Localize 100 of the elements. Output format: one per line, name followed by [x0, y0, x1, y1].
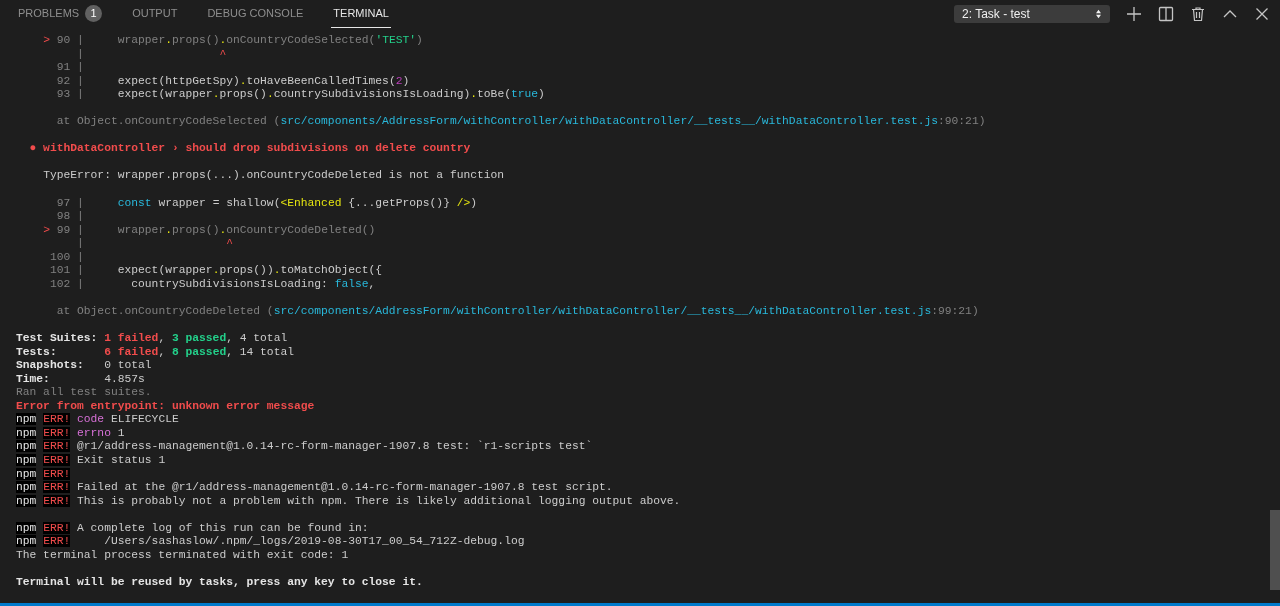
gutter-text: | — [77, 277, 84, 290]
code-text: 2 — [395, 74, 403, 87]
err-badge: ERR! — [43, 521, 71, 534]
error-marker: ^ — [226, 237, 233, 250]
terminal-text: 3 passed — [171, 332, 227, 345]
line-number: 100 — [49, 250, 71, 263]
code-text: props() — [171, 34, 220, 46]
gutter-text: | — [77, 61, 84, 74]
terminal-text: Time: — [16, 372, 50, 385]
code-text: ) — [470, 196, 478, 209]
terminal-text: :90:21) — [938, 115, 986, 128]
err-badge: ERR! — [43, 535, 71, 548]
code-text: toBe( — [477, 88, 511, 101]
npm-label: npm — [16, 453, 37, 466]
code-text: 'TEST' — [375, 34, 417, 46]
code-text: onCountryCodeSelected( — [226, 34, 376, 46]
terminal-text: Failed at the @r1/address-management@1.0.14-rc-form-manager-1907.8 test script. — [77, 481, 613, 494]
err-badge: ERR! — [43, 440, 71, 453]
code-text: <Enhanced — [280, 196, 342, 209]
code-text: toMatchObject({ — [280, 264, 383, 277]
terminal-text: 8 passed — [171, 345, 227, 358]
code-text: wrapper — [117, 223, 166, 236]
error-marker: > — [43, 34, 50, 46]
terminal-text: TypeError: wrapper.props(...).onCountryCodeDeleted is not a function — [43, 169, 505, 182]
code-text: . — [212, 88, 220, 101]
code-text: . — [266, 88, 274, 101]
err-badge: ERR! — [43, 467, 71, 480]
terminal-text: /Users/sashaslow/.npm/_logs/2019-08-30T17_00_54_712Z-debug.log — [104, 535, 525, 548]
line-number: 98 — [56, 210, 71, 223]
terminal-text: ELIFECYCLE — [110, 413, 179, 426]
terminal-text: Test Suites: — [16, 332, 98, 345]
gutter-text: | — [77, 88, 84, 101]
terminal-text: Ran all test suites. — [16, 386, 152, 399]
gutter-text: | — [77, 74, 84, 87]
terminal-text: at Object.onCountryCodeDeleted ( — [56, 304, 274, 317]
gutter-text: | — [77, 223, 84, 236]
code-text: . — [212, 264, 220, 277]
line-number: 91 — [56, 61, 71, 74]
panel-tab[interactable]: DEBUG CONSOLE — [205, 0, 306, 28]
terminal-text: Error from entrypoint: unknown error message — [16, 399, 315, 412]
close-icon[interactable] — [1254, 6, 1270, 22]
code-text: . — [165, 34, 172, 46]
code-text: {...getProps()} — [348, 196, 450, 209]
terminal-text: errno — [77, 426, 111, 439]
terminal-text: , — [158, 332, 166, 345]
gutter-text: | — [77, 237, 84, 250]
line-number: 102 — [49, 277, 71, 290]
panel-tab[interactable]: PROBLEMS 1 — [16, 0, 105, 28]
npm-label: npm — [16, 521, 37, 534]
gutter-text: | — [77, 210, 84, 223]
split-icon[interactable] — [1158, 6, 1174, 22]
panel-tab[interactable]: OUTPUT — [130, 0, 180, 28]
terminal-text: , 14 total — [226, 345, 294, 358]
line-number: 92 — [56, 74, 71, 87]
line-number: 97 — [56, 196, 71, 209]
plus-icon[interactable] — [1126, 6, 1142, 22]
code-text: wrapper = shallow( — [158, 196, 281, 209]
file-path[interactable]: src/components/AddressForm/withController/withDataController/__tests__/withDataController.test.js — [273, 304, 932, 317]
terminal-text: 1 — [117, 426, 125, 439]
line-number: 99 — [56, 223, 71, 236]
terminal-select[interactable]: 2: Task - test — [954, 5, 1110, 23]
terminal-text: code — [77, 413, 105, 426]
terminal-text: 0 total — [104, 359, 152, 372]
err-badge: ERR! — [43, 481, 71, 494]
code-text: toHaveBeenCalledTimes( — [246, 74, 396, 87]
code-text: const — [117, 196, 152, 209]
npm-label: npm — [16, 535, 37, 548]
error-marker: > — [43, 223, 50, 236]
line-number: 93 — [56, 88, 71, 101]
terminal-text: This is probably not a problem with npm. There is likely additional logging output above. — [77, 494, 681, 507]
terminal-text: , 4 total — [226, 332, 288, 345]
err-badge: ERR! — [43, 413, 71, 426]
code-text: . — [219, 223, 227, 236]
problem-count: 1 — [85, 5, 103, 22]
scrollbar-thumb[interactable] — [1270, 510, 1280, 590]
npm-label: npm — [16, 440, 37, 453]
terminal-text: 4.857s — [104, 372, 145, 385]
trash-icon[interactable] — [1190, 6, 1206, 22]
panel-tab[interactable]: TERMINAL — [331, 0, 391, 28]
gutter-text: | — [77, 47, 84, 60]
terminal-text: The terminal process terminated with exit code: 1 — [16, 548, 349, 561]
npm-label: npm — [16, 481, 37, 494]
code-text: expect(wrapper — [117, 88, 213, 101]
terminal-text: Snapshots: — [16, 359, 84, 372]
code-text: props() — [171, 223, 220, 236]
code-text: . — [273, 264, 281, 277]
code-text: . — [219, 34, 227, 46]
code-text: . — [470, 88, 478, 101]
code-text: /> — [456, 196, 471, 209]
line-number: 90 — [56, 34, 71, 46]
code-text: countrySubdivisionsIsLoading) — [273, 88, 471, 101]
code-text: onCountryCodeDeleted() — [226, 223, 376, 236]
gutter-text: | — [77, 250, 84, 263]
code-text: props()) — [219, 264, 274, 277]
terminal-text: at Object.onCountryCodeSelected ( — [56, 115, 281, 128]
code-text: ) — [538, 88, 545, 101]
code-text: props() — [219, 88, 267, 101]
err-badge: ERR! — [43, 453, 71, 466]
file-path[interactable]: src/components/AddressForm/withController/withDataController/__tests__/withDataController.test.js — [280, 115, 938, 128]
code-text: , — [368, 277, 376, 290]
